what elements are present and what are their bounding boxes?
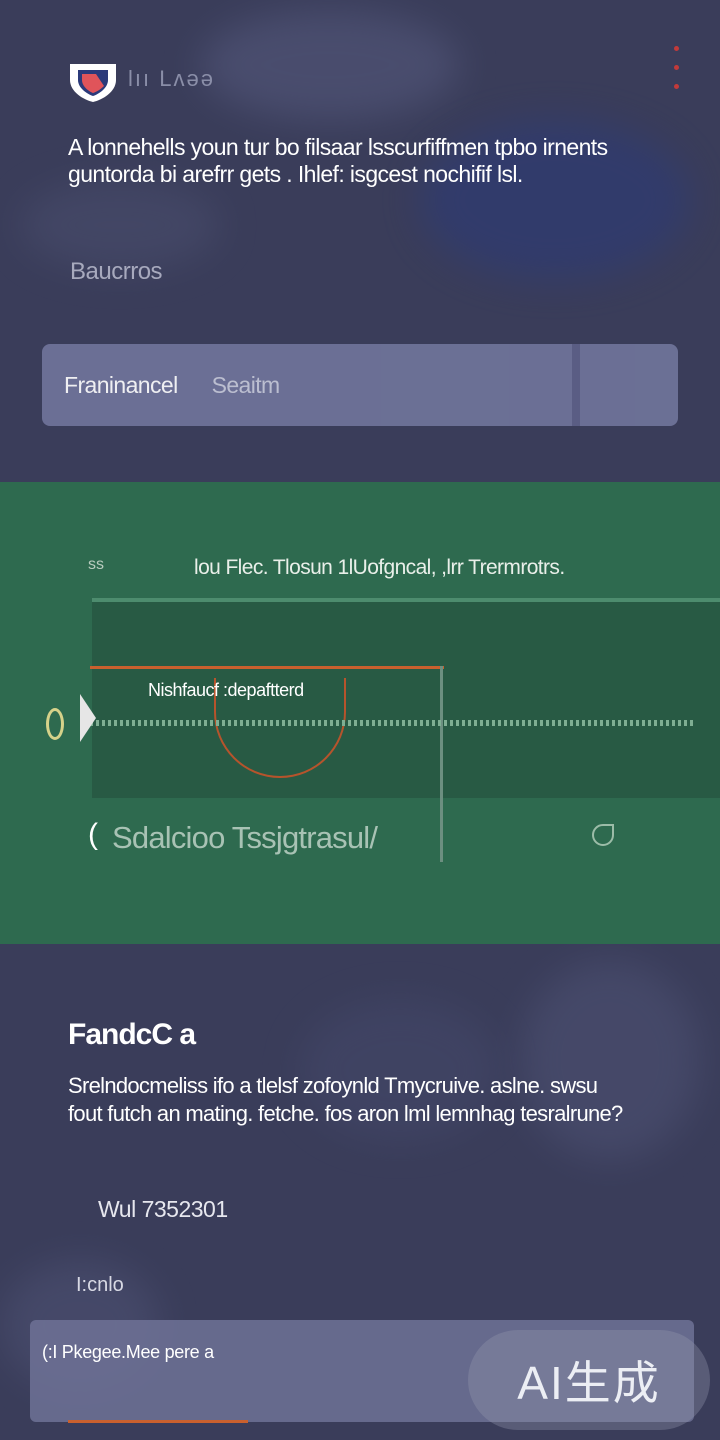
ring-icon[interactable] xyxy=(46,708,64,740)
panel-top-border xyxy=(92,598,720,602)
tab-bar: Franinancel Seaitm xyxy=(42,344,678,426)
intro-text: A lonnehells youn tur bo filsaar lsscurf… xyxy=(68,134,608,187)
tab-seaitm[interactable]: Seaitm xyxy=(178,372,281,399)
panel-caption: lou Flec. Tlosun 1lUofgncal, ,lrr Trermr… xyxy=(194,556,565,579)
green-panel-section: ss lou Flec. Tlosun 1lUofgncal, ,lrr Tre… xyxy=(0,482,720,944)
ai-generated-badge: AI生成 xyxy=(468,1330,710,1430)
section-label: Baucrros xyxy=(70,258,163,285)
marker-arrow-icon[interactable] xyxy=(80,694,96,742)
stats-prefix: ( xyxy=(88,818,98,851)
accent-line xyxy=(90,666,444,669)
card-meta: Wul 7352301 xyxy=(98,1196,228,1222)
header-section: lıı Lʌəə A lonnehells youn tur bo filsaa… xyxy=(0,0,720,482)
tab-franinancel[interactable]: Franinancel xyxy=(42,372,178,399)
top-nav-text[interactable]: lıı Lʌəə xyxy=(128,66,215,92)
leaf-icon[interactable] xyxy=(592,824,614,846)
panel-mark: ss xyxy=(88,556,104,573)
card-title: FandcC a xyxy=(68,1018,196,1051)
card-body: Srelndocmeliss ifo a tlelsf zofoynld Tmy… xyxy=(68,1073,623,1126)
shield-icon[interactable] xyxy=(66,60,120,104)
tab-divider xyxy=(576,344,580,426)
panel-label: Nishfaucf :depaftterd xyxy=(148,680,304,700)
menu-dots-icon[interactable] xyxy=(674,46,682,103)
vertical-divider xyxy=(440,666,443,862)
card-section: FandcC a Srelndocmeliss ifo a tlelsf zof… xyxy=(0,944,720,1440)
footer-text[interactable]: (:I Pkegee.Mee pere a xyxy=(42,1342,214,1363)
stats-text: Sdalcioo Tssjgtrasul/ xyxy=(112,820,378,855)
progress-track xyxy=(90,720,696,726)
card-small-label[interactable]: I:cnlo xyxy=(76,1274,124,1297)
footer-accent-line xyxy=(68,1420,248,1423)
